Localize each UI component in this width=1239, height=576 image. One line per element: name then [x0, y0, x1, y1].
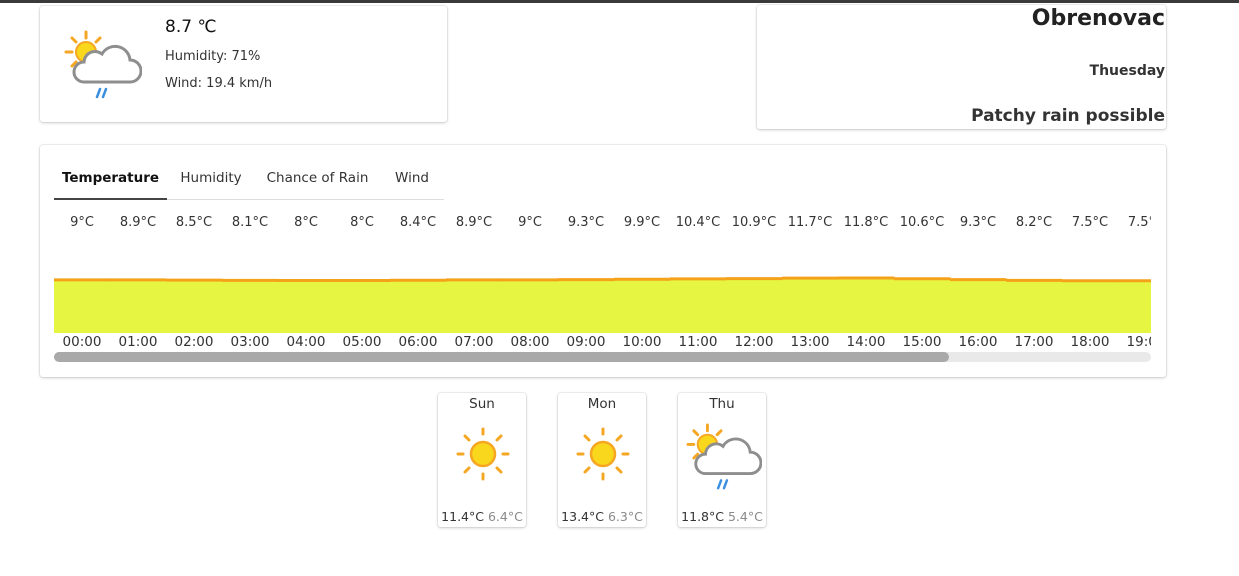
hourly-time-label: 18:00: [1070, 334, 1110, 350]
hourly-temp-label: 8.4°C: [399, 215, 437, 230]
hourly-time-label: 02:00: [174, 334, 214, 350]
current-wind: Wind: 19.4 km/h: [165, 76, 273, 91]
hourly-temp-label: 8.9°C: [455, 215, 493, 230]
hourly-time-label: 01:00: [118, 334, 158, 350]
temperature-area-segment: [390, 280, 447, 333]
hourly-temp-label: 10.6°C: [899, 215, 945, 230]
sun-icon: [456, 427, 510, 481]
day-name: Thuesday: [1089, 63, 1165, 79]
hourly-time-label: 13:00: [790, 334, 830, 350]
temperature-area-segment: [950, 279, 1007, 333]
tab-bar: Temperature Humidity Chance of Rain Wind: [54, 164, 444, 200]
hourly-temp-label: 7.5°C: [1127, 215, 1151, 230]
hourly-time-label: 04:00: [286, 334, 326, 350]
temperature-area-segment: [614, 279, 671, 333]
daily-day-name: Sun: [469, 396, 495, 412]
horizontal-scrollbar[interactable]: [54, 352, 1151, 362]
hourly-temp-label: 8.9°C: [119, 215, 157, 230]
daily-min-temp: 6.4°C: [487, 509, 523, 524]
city-name: Obrenovac: [1031, 6, 1165, 31]
hourly-temp-label: 9.9°C: [623, 215, 661, 230]
location-card: Obrenovac Thuesday Patchy rain possible: [757, 5, 1166, 129]
hourly-chart-scroll-area[interactable]: 9°C 00:00 8.9°C 01:00 8.5°C 02:00 8.1°C 03:00 8°…: [54, 207, 1151, 367]
daily-min-temp: 5.4°C: [727, 509, 763, 524]
hourly-temp-label: 9.3°C: [567, 215, 605, 230]
temperature-area-segment: [166, 280, 223, 333]
daily-day-name: Thu: [709, 396, 735, 412]
hourly-time-label: 03:00: [230, 334, 270, 350]
hourly-time-label: 15:00: [902, 334, 942, 350]
temperature-area-segment: [278, 280, 335, 333]
tab-temperature[interactable]: Temperature: [54, 164, 167, 200]
temperature-area-segment: [110, 279, 167, 333]
current-weather-card: 8.7 ℃ Humidity: 71% Wind: 19.4 km/h: [40, 6, 447, 122]
hourly-temp-label: 8.2°C: [1015, 215, 1053, 230]
daily-day-name: Mon: [587, 396, 617, 412]
temperature-area-segment: [334, 280, 391, 333]
hourly-temp-label: 8°C: [294, 215, 318, 230]
hourly-time-label: 06:00: [398, 334, 438, 350]
daily-card-mon[interactable]: Mon 13.4°C 6.3°C: [558, 393, 646, 527]
hourly-temp-label: 9°C: [70, 215, 94, 230]
hourly-temp-label: 9°C: [518, 215, 542, 230]
hourly-time-label: 14:00: [846, 334, 886, 350]
hourly-time-label: 05:00: [342, 334, 382, 350]
temperature-area-segment: [670, 278, 727, 333]
hourly-time-label: 00:00: [62, 334, 102, 350]
hourly-temp-label: 11.7°C: [787, 215, 833, 230]
tab-wind[interactable]: Wind: [384, 164, 440, 198]
hourly-time-label: 16:00: [958, 334, 998, 350]
tab-humidity[interactable]: Humidity: [171, 164, 251, 198]
daily-max-temp: 11.4°C: [441, 509, 484, 524]
partly-cloudy-rain-icon: [64, 30, 142, 99]
hourly-temp-label: 8.5°C: [175, 215, 213, 230]
temperature-area-chart: [54, 276, 1151, 333]
temperature-area-segment: [1118, 280, 1151, 333]
current-temperature: 8.7 ℃: [165, 17, 217, 37]
current-humidity: Humidity: 71%: [165, 49, 261, 64]
daily-max-temp: 13.4°C: [561, 509, 604, 524]
hourly-temp-label: 8.1°C: [231, 215, 269, 230]
hourly-time-label: 09:00: [566, 334, 606, 350]
hourly-time-label: 19:00: [1126, 334, 1151, 350]
temperature-area-segment: [782, 278, 839, 333]
temperature-area-segment: [838, 278, 895, 333]
top-bar: [0, 0, 1239, 3]
temperature-area-segment: [1006, 280, 1063, 333]
temperature-area-segment: [558, 279, 615, 333]
hourly-time-label: 07:00: [454, 334, 494, 350]
hourly-temp-label: 9.3°C: [959, 215, 997, 230]
hourly-time-label: 08:00: [510, 334, 550, 350]
temperature-area-segment: [54, 279, 111, 333]
scrollbar-thumb[interactable]: [54, 352, 949, 362]
hourly-temp-label: 11.8°C: [843, 215, 889, 230]
temperature-area-segment: [894, 278, 951, 333]
hourly-temp-label: 10.4°C: [675, 215, 721, 230]
temperature-area-segment: [502, 279, 559, 333]
temperature-area-segment: [446, 279, 503, 333]
hourly-time-label: 12:00: [734, 334, 774, 350]
hourly-time-label: 11:00: [678, 334, 718, 350]
partly-cloudy-rain-icon: [686, 423, 762, 490]
sun-icon: [576, 427, 630, 481]
tab-chance-of-rain[interactable]: Chance of Rain: [260, 164, 375, 198]
daily-max-temp: 11.8°C: [681, 509, 724, 524]
hourly-time-label: 17:00: [1014, 334, 1054, 350]
daily-card-thu[interactable]: Thu 11.8°C 5.4°C: [678, 393, 766, 527]
hourly-temp-label: 7.5°C: [1071, 215, 1109, 230]
hourly-time-label: 10:00: [622, 334, 662, 350]
hourly-forecast-card: Temperature Humidity Chance of Rain Wind…: [40, 145, 1166, 377]
weather-condition: Patchy rain possible: [971, 106, 1165, 126]
hourly-temp-label: 8°C: [350, 215, 374, 230]
temperature-area-segment: [222, 280, 279, 333]
hourly-temp-label: 10.9°C: [731, 215, 777, 230]
temperature-area-segment: [1062, 280, 1119, 333]
temperature-area-segment: [726, 278, 783, 333]
daily-card-sun[interactable]: Sun 11.4°C 6.4°C: [438, 393, 526, 527]
daily-min-temp: 6.3°C: [607, 509, 643, 524]
